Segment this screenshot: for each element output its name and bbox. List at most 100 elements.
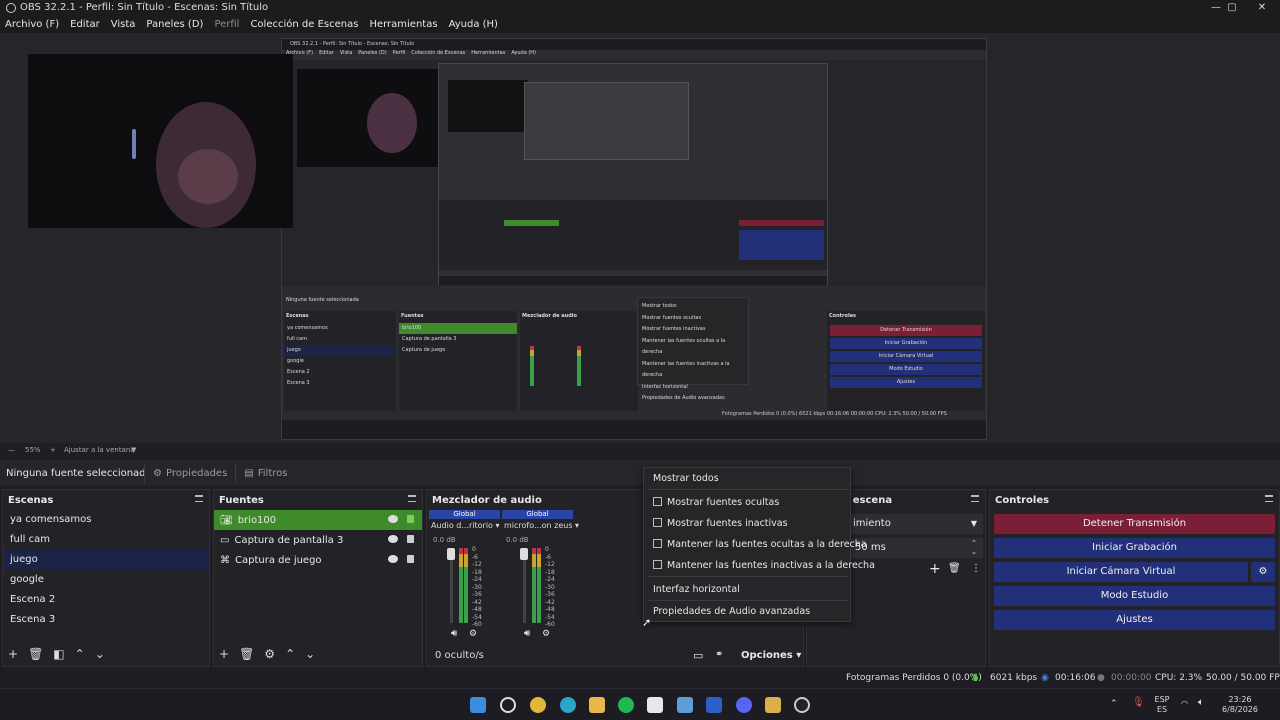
terminal-icon[interactable] [677, 697, 693, 713]
nested-context-menu: Mostrar todos Mostrar fuentes ocultas Most… [637, 297, 749, 401]
lock-icon[interactable] [407, 515, 414, 523]
start-virtual-camera-button[interactable]: Iniciar Cámara Virtual [994, 562, 1248, 582]
layout-icon[interactable]: ▭ [693, 649, 703, 662]
eye-icon[interactable] [388, 555, 398, 563]
undock-icon[interactable] [1265, 495, 1273, 502]
checkbox[interactable] [653, 497, 662, 506]
source-item[interactable]: 📷︎ brio100 [214, 510, 422, 530]
filter-icon[interactable]: ◧ [53, 647, 64, 661]
volume-icon[interactable]: 🔈︎ [1198, 698, 1204, 708]
scene-item[interactable]: full cam [3, 530, 209, 550]
stop-streaming-button[interactable]: Detener Transmisión [994, 514, 1275, 534]
scene-item[interactable]: ya comensamos [3, 510, 209, 530]
mixer-channel-1-fader-knob[interactable] [447, 548, 455, 560]
speaker-icon[interactable]: 🔊︎ [451, 628, 457, 639]
studio-mode-button[interactable]: Modo Estudio [994, 586, 1275, 606]
gamepad-icon: ⌘ [220, 554, 230, 566]
arrow-down-icon[interactable]: ⌄ [305, 647, 315, 661]
search-icon[interactable] [500, 697, 516, 713]
lock-icon[interactable] [407, 535, 414, 543]
chevron-up-icon[interactable]: ⌃ [1110, 699, 1118, 709]
source-item[interactable]: ▭ Captura de pantalla 3 [214, 530, 422, 550]
lock-icon[interactable] [407, 555, 414, 563]
scene-item[interactable]: juego [3, 550, 209, 570]
meter-tick-label: -60 [472, 621, 482, 628]
filters-button[interactable]: ▤ Filtros [235, 463, 295, 483]
add-icon[interactable]: + [219, 647, 229, 661]
edge-icon[interactable] [560, 697, 576, 713]
scene-item[interactable]: Escena 2 [3, 590, 209, 610]
menu-horizontal-layout[interactable]: Interfaz horizontal [653, 584, 740, 595]
spotify-icon[interactable] [618, 697, 634, 713]
trash-icon[interactable]: 🗑 [948, 563, 961, 574]
time-label: 23:26 [1228, 695, 1252, 704]
speaker-icon[interactable]: 🔊︎ [524, 628, 530, 639]
settings-button[interactable]: Ajustes [994, 610, 1275, 630]
source-item[interactable]: ⌘ Captura de juego [214, 550, 422, 570]
language-indicator[interactable]: ESP ES [1152, 695, 1172, 715]
undock-icon[interactable] [971, 495, 979, 502]
mixer-channel-2-fader-knob[interactable] [520, 548, 528, 560]
undock-icon[interactable] [195, 495, 203, 502]
more-icon[interactable]: ⋮ [971, 563, 981, 574]
filters-label: Filtros [257, 467, 288, 479]
menu-keep-hidden-right[interactable]: Mantener las fuentes ocultas a la derech… [653, 539, 867, 550]
pen-app-icon[interactable] [765, 697, 781, 713]
gear-icon[interactable]: ⚙ [264, 647, 275, 661]
start-recording-button[interactable]: Iniciar Grabación [994, 538, 1275, 558]
undock-icon[interactable] [408, 495, 416, 502]
properties-button[interactable]: ⚙ Propiedades [144, 463, 235, 483]
microphone-icon[interactable]: 🎙︎ [1132, 698, 1145, 708]
trash-icon[interactable]: 🗑 [28, 647, 43, 661]
menu-show-inactive[interactable]: Mostrar fuentes inactivas [653, 518, 788, 529]
menu-item[interactable]: Paneles (D) [146, 19, 203, 30]
zoom-dropdown-icon[interactable]: ▼ [131, 446, 136, 454]
zoom-in-button[interactable]: + [50, 446, 56, 454]
chrome-icon[interactable] [530, 697, 546, 713]
link-icon[interactable]: ⚭ [715, 649, 723, 660]
menu-item[interactable]: Ayuda (H) [449, 19, 498, 30]
checkbox[interactable] [653, 560, 662, 569]
menu-keep-inactive-right[interactable]: Mantener las fuentes inactivas a la dere… [653, 560, 875, 571]
options-button[interactable]: Opciones ▾ [741, 650, 801, 661]
menu-show-all[interactable]: Mostrar todos [653, 473, 719, 484]
add-transition-button[interactable]: + [929, 561, 941, 577]
arrow-up-icon[interactable]: ⌃ [285, 647, 295, 661]
wifi-icon[interactable]: ◠ [1181, 699, 1188, 709]
checkbox[interactable] [653, 539, 662, 548]
discord-icon[interactable] [736, 697, 752, 713]
filter-icon: ▤ [244, 467, 254, 479]
clock[interactable]: 23:26 6/8/2026 [1218, 695, 1262, 715]
scene-item[interactable]: Escena 3 [3, 610, 209, 630]
menu-show-hidden[interactable]: Mostrar fuentes ocultas [653, 497, 779, 508]
eye-icon[interactable] [388, 515, 398, 523]
mixer-channel-1-gear-icon[interactable]: ⚙ [469, 629, 477, 639]
menu-item[interactable]: Vista [111, 19, 136, 30]
webcam-source-preview[interactable] [28, 54, 293, 228]
menu-advanced-audio[interactable]: Propiedades de Audio avanzadas [653, 606, 810, 617]
trash-icon[interactable]: 🗑 [239, 647, 254, 661]
menu-item[interactable]: Perfil [214, 19, 239, 30]
start-icon[interactable] [470, 697, 486, 713]
close-button[interactable]: ✕ [1246, 0, 1278, 15]
scene-item[interactable]: google [3, 570, 209, 590]
arrow-down-icon[interactable]: ⌄ [95, 647, 105, 661]
virtual-camera-gear-icon[interactable]: ⚙ [1251, 562, 1275, 582]
maximize-button[interactable]: ▢ [1216, 0, 1248, 15]
checkbox[interactable] [653, 518, 662, 527]
mixer-channel-2-name[interactable]: microfo...on zeus ▾ [504, 521, 579, 530]
app-icon[interactable] [706, 697, 722, 713]
obs-taskbar-icon[interactable] [794, 697, 810, 713]
menu-item[interactable]: Editar [70, 19, 100, 30]
menu-item[interactable]: Archivo (F) [5, 19, 59, 30]
folder-icon[interactable] [589, 697, 605, 713]
menu-item[interactable]: Herramientas [369, 19, 437, 30]
add-icon[interactable]: + [8, 647, 18, 661]
menu-item[interactable]: Colección de Escenas [250, 19, 358, 30]
zoom-out-button[interactable]: — [8, 446, 15, 454]
mixer-channel-1-name[interactable]: Audio d...ritorio ▾ [431, 521, 500, 530]
mixer-channel-2-gear-icon[interactable]: ⚙ [542, 629, 550, 639]
store-icon[interactable] [647, 697, 663, 713]
arrow-up-icon[interactable]: ⌃ [75, 647, 85, 661]
eye-icon[interactable] [388, 535, 398, 543]
